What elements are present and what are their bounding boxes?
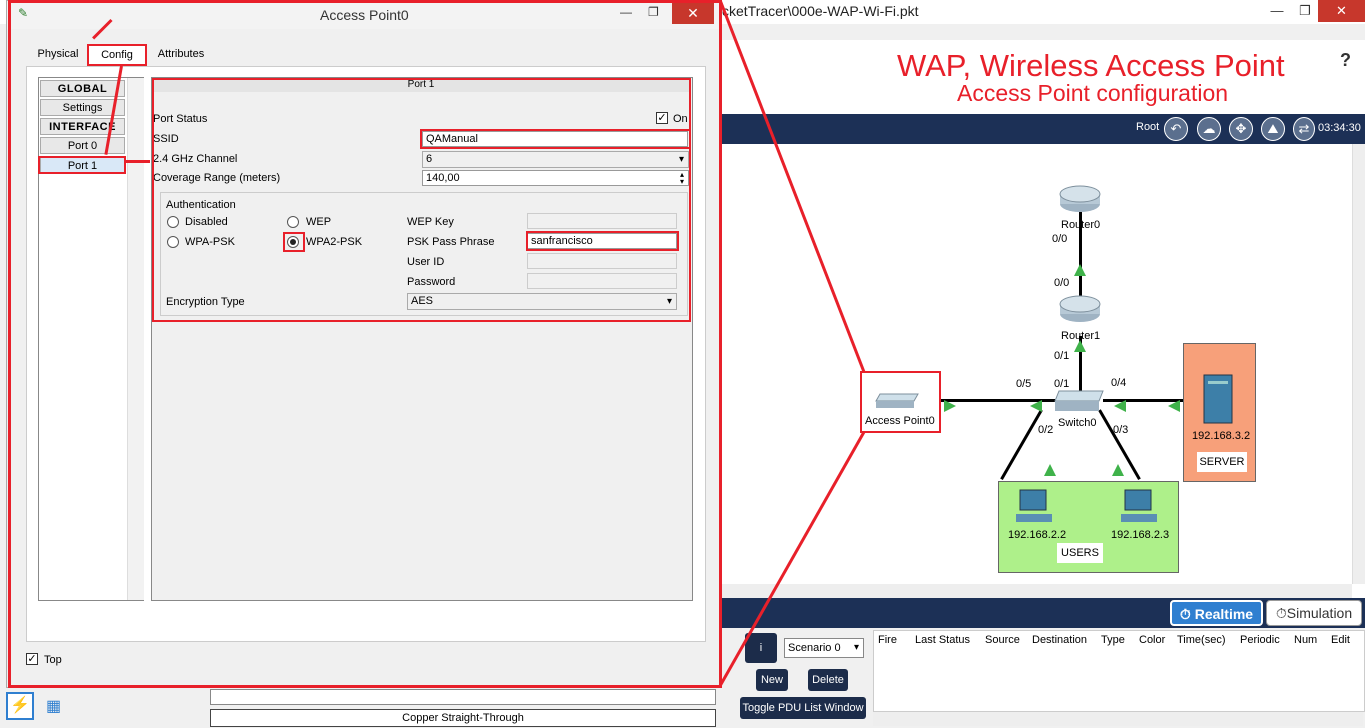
router0-label: Router0 [1061,219,1101,231]
realtime-button[interactable]: ⏱ Realtime [1170,600,1263,626]
annotation-title: WAP, Wireless Access Point [897,48,1285,83]
root-label[interactable]: Root [1136,121,1159,133]
grid-icon[interactable]: ▦ [46,696,64,715]
cable-type-label: Copper Straight-Through [210,709,716,727]
pdu-col-source[interactable]: Source [985,634,1020,646]
back-icon[interactable]: ↶ [1164,117,1188,141]
pdu-col-num[interactable]: Num [1294,634,1317,646]
realtime-label: Realtime [1194,606,1254,622]
server-icon[interactable] [1202,373,1234,425]
pdu-col-periodic[interactable]: Periodic [1240,634,1280,646]
server-ip: 192.168.3.2 [1192,430,1251,442]
pc-icon[interactable] [1014,488,1054,526]
network-icon[interactable]: ⇄ [1293,117,1315,141]
simulation-label: Simulation [1286,605,1353,621]
annotation-radio-box [283,232,305,252]
pc-icon[interactable] [1119,488,1159,526]
annotation-arrow [126,160,150,163]
clock: 03:34:30 [1318,122,1361,134]
server-label: SERVER [1197,452,1247,472]
close-button[interactable]: ✕ [1318,0,1365,22]
help-icon[interactable]: ? [1340,50,1351,71]
maximize-button[interactable]: ❐ [1290,0,1320,22]
device-scrollbar[interactable] [210,689,716,705]
pdu-col-fire[interactable]: Fire [878,634,897,646]
pdu-scrollbar[interactable] [873,712,1363,726]
users-label: USERS [1057,543,1103,563]
toggle-pdu-button[interactable]: Toggle PDU List Window [740,697,866,719]
move-icon[interactable]: ✥ [1229,117,1253,141]
annotation-subtitle: Access Point configuration [957,80,1229,106]
background-image-icon[interactable]: ⛰ [1261,117,1285,141]
pdu-col-color[interactable]: Color [1139,634,1165,646]
simulation-button[interactable]: ⏱Simulation [1266,600,1362,626]
annotation-port-box [152,78,691,322]
annotation-port1-box [38,156,126,174]
port-label: 0/0 [1052,233,1068,245]
pdu-col-last-status[interactable]: Last Status [915,634,970,646]
pc1-ip: 192.168.2.2 [1008,529,1067,541]
pdu-col-time[interactable]: Time(sec) [1177,634,1225,646]
minimize-button[interactable]: — [1262,0,1292,22]
annotation-config-box [87,44,147,66]
access-point-icon [875,393,919,408]
pdu-col-type[interactable]: Type [1101,634,1125,646]
vertical-scrollbar[interactable] [1352,144,1365,584]
annotation-leader-lines [718,0,866,687]
link-status-indicators [944,264,1180,476]
cloud-icon[interactable]: ☁ [1197,117,1221,141]
annotation-psk-box [526,231,679,251]
pdu-col-destination[interactable]: Destination [1032,634,1087,646]
connections-icon[interactable]: ⚡ [6,692,34,720]
pdu-col-edit[interactable]: Edit [1331,634,1350,646]
pc2-ip: 192.168.2.3 [1111,529,1170,541]
annotation-ssid-box [420,129,691,149]
router-icon[interactable] [1058,184,1102,214]
